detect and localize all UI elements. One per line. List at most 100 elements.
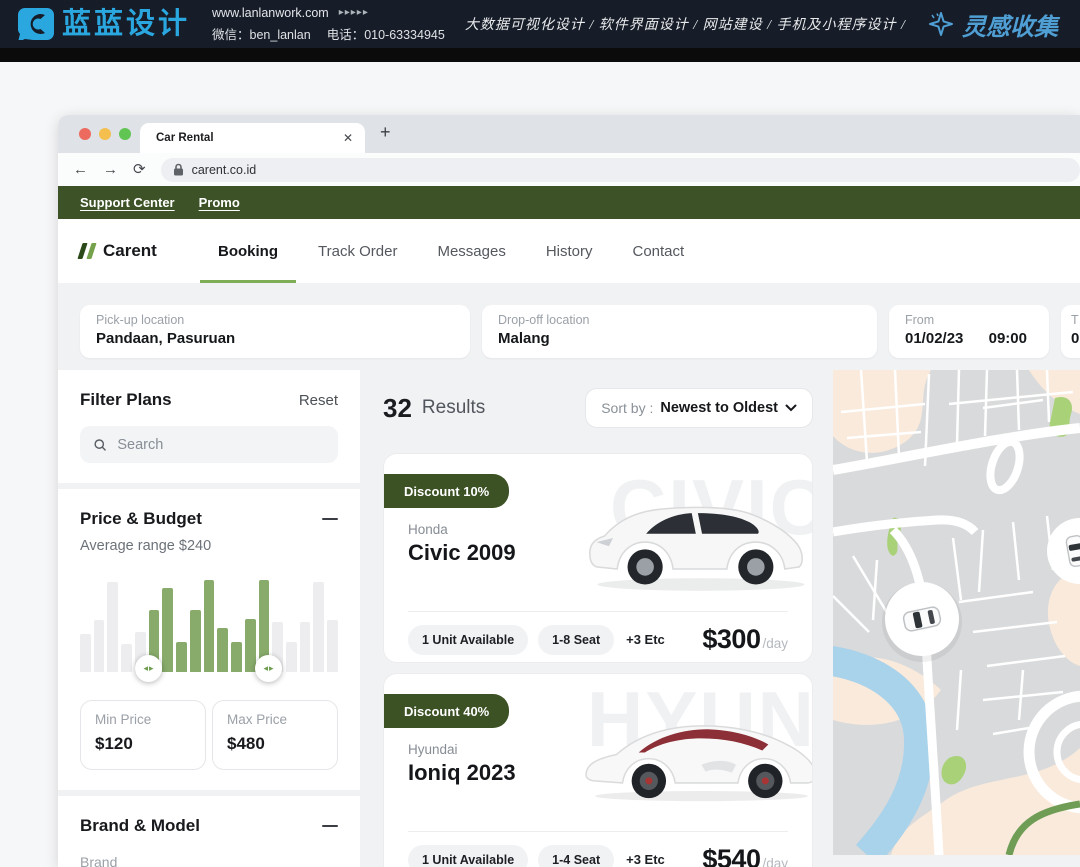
sparkle-star-icon	[928, 11, 954, 37]
price-unit: /day	[762, 636, 788, 651]
reset-button[interactable]: Reset	[299, 392, 338, 409]
min-price-field[interactable]: Min Price $120	[80, 700, 206, 770]
reload-icon[interactable]: ⟳	[133, 162, 146, 177]
results-count-label: Results	[422, 397, 485, 419]
from-time: 09:00	[989, 330, 1027, 347]
range-slider-handle-max[interactable]: ◂ ▸	[255, 655, 282, 682]
price-unit: /day	[762, 856, 788, 867]
lanlan-brand: 蓝蓝设计	[18, 8, 190, 40]
pickup-location-field[interactable]: Pick-up location Pandaan, Pasuruan	[80, 305, 470, 358]
from-date: 01/02/23	[905, 330, 963, 347]
chevron-down-icon	[785, 404, 797, 412]
nav-item-messages[interactable]: Messages	[437, 219, 505, 283]
histogram-bar	[286, 642, 297, 672]
histogram-bar	[121, 644, 132, 672]
back-icon[interactable]: ←	[73, 162, 88, 177]
brand-model-section: Brand & Model Brand ✓ BMW Honda	[58, 796, 360, 867]
maximize-window-icon[interactable]	[119, 128, 131, 140]
banner-contact: www.lanlanwork.com ▸▸▸▸▸ 微信：ben_lanlan 电…	[212, 6, 445, 43]
histogram-bar	[231, 642, 242, 672]
support-center-link[interactable]: Support Center	[80, 195, 175, 210]
map-canvas[interactable]	[833, 370, 1080, 855]
to-label: T	[1071, 313, 1080, 327]
histogram-bar	[313, 582, 324, 672]
seats-tag: 1-8 Seat	[538, 625, 614, 655]
average-range-label: Average range $240	[80, 538, 338, 554]
filter-search-input[interactable]	[80, 426, 338, 463]
close-window-icon[interactable]	[79, 128, 91, 140]
filter-search-text[interactable]	[117, 437, 325, 453]
carent-site: Support Center Promo Carent Booking Trac…	[58, 186, 1080, 867]
histogram-bar	[80, 634, 91, 672]
map-panel[interactable]	[833, 370, 1080, 855]
dropoff-label: Drop-off location	[498, 313, 861, 327]
nav-item-history[interactable]: History	[546, 219, 593, 283]
new-tab-icon[interactable]: +	[380, 122, 391, 143]
window-controls[interactable]	[79, 128, 131, 140]
ioniq-car-image	[582, 708, 813, 809]
browser-tab[interactable]: Car Rental ✕	[140, 123, 365, 153]
price-budget-title: Price & Budget	[80, 509, 202, 529]
carent-logo[interactable]: Carent	[80, 241, 206, 261]
collapse-minus-icon[interactable]	[322, 518, 338, 521]
dropoff-location-field[interactable]: Drop-off location Malang	[482, 305, 877, 358]
collapse-minus-icon[interactable]	[322, 825, 338, 828]
nav-item-track-order[interactable]: Track Order	[318, 219, 397, 283]
histogram-bar	[94, 620, 105, 672]
min-price-value: $120	[95, 734, 191, 754]
promo-link[interactable]: Promo	[199, 195, 240, 210]
more-features-tag: +3 Etc	[626, 852, 665, 867]
filter-header-section: Filter Plans Reset	[58, 370, 360, 483]
forward-icon[interactable]: →	[103, 162, 118, 177]
map-car-marker[interactable]	[882, 582, 962, 662]
utility-bar: Support Center Promo	[58, 186, 1080, 219]
pickup-value: Pandaan, Pasuruan	[96, 330, 454, 347]
sort-prefix: Sort by :	[601, 400, 653, 416]
car-brand: Hyundai	[408, 742, 458, 757]
tab-close-icon[interactable]: ✕	[343, 131, 353, 145]
max-price-field[interactable]: Max Price $480	[212, 700, 338, 770]
banner-divider	[0, 48, 1080, 62]
price-per-day: $540	[702, 844, 760, 867]
booking-search-row: Pick-up location Pandaan, Pasuruan Drop-…	[58, 283, 1080, 370]
minimize-window-icon[interactable]	[99, 128, 111, 140]
lanlan-logo-text: 蓝蓝设计	[62, 10, 190, 39]
sort-dropdown[interactable]: Sort by : Newest to Oldest	[585, 388, 813, 428]
card-divider	[408, 611, 788, 612]
car-brand: Honda	[408, 522, 448, 537]
promo-banner: 蓝蓝设计 www.lanlanwork.com ▸▸▸▸▸ 微信：ben_lan…	[0, 0, 1080, 48]
content-area: Filter Plans Reset	[58, 370, 1080, 867]
url-bar[interactable]: carent.co.id	[161, 158, 1080, 182]
to-datetime-field-clipped[interactable]: T 0	[1061, 305, 1080, 358]
banner-arrows-icon: ▸▸▸▸▸	[339, 7, 369, 18]
slider-arrows-icon: ◂	[263, 664, 268, 673]
seats-tag: 1-4 Seat	[538, 845, 614, 867]
civic-car-image	[582, 480, 813, 599]
pickup-label: Pick-up location	[96, 313, 454, 327]
price-histogram-bars	[80, 580, 338, 672]
lock-icon	[173, 163, 184, 176]
browser-tabbar: Car Rental ✕ +	[58, 115, 1080, 153]
banner-wechat: 微信：ben_lanlan	[212, 24, 311, 43]
nav-item-booking[interactable]: Booking	[218, 219, 278, 283]
discount-badge: Discount 40%	[384, 694, 509, 728]
results-column: 32 Results Sort by : Newest to Oldest CI…	[383, 370, 813, 867]
brand-group-label: Brand	[80, 854, 338, 867]
car-card-civic[interactable]: CIVIC Discount 10% Honda Civic 20	[383, 453, 813, 663]
histogram-bar	[217, 628, 228, 672]
max-price-value: $480	[227, 734, 323, 754]
car-model: Ioniq 2023	[408, 760, 516, 786]
car-card-ioniq[interactable]: HYUN Discount 40% Hyundai Ioniq 2023	[383, 673, 813, 867]
from-datetime-field[interactable]: From 01/02/23 09:00	[889, 305, 1049, 358]
histogram-bar	[107, 582, 118, 672]
histogram-bar	[327, 620, 338, 672]
histogram-bar	[204, 580, 215, 672]
lanlan-logo-icon	[18, 8, 54, 40]
nav-item-contact[interactable]: Contact	[633, 219, 685, 283]
range-slider-handle-min[interactable]: ◂ ▸	[135, 655, 162, 682]
min-price-label: Min Price	[95, 712, 191, 727]
screenshot-root: 蓝蓝设计 www.lanlanwork.com ▸▸▸▸▸ 微信：ben_lan…	[0, 0, 1080, 867]
slider-arrows-icon: ◂	[143, 664, 148, 673]
slider-arrows-icon: ▸	[149, 664, 154, 673]
banner-phone: 电话：010-63334945	[327, 24, 445, 43]
